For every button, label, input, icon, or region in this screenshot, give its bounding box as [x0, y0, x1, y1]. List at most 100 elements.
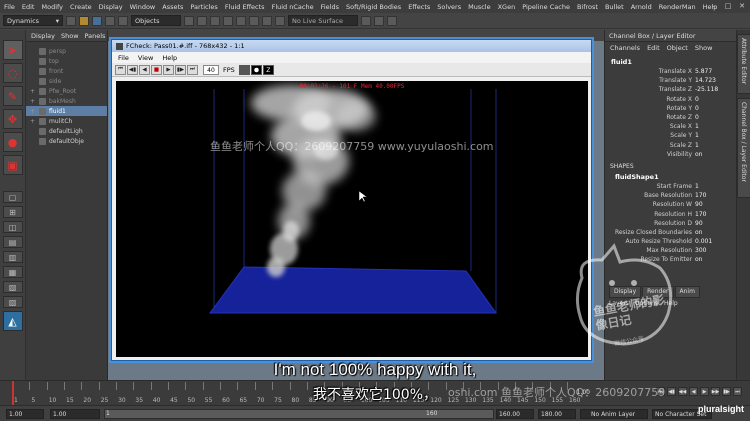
step-back-icon[interactable]: ◀▮ — [127, 64, 138, 75]
cb-shape-attr-row[interactable]: Resolution W 90 — [605, 200, 736, 209]
outliner-item[interactable]: persp — [26, 46, 107, 56]
fcheck-image-canvas[interactable]: 00:02:26 - 101 F Mem 40.00FPS — [116, 81, 588, 357]
open-scene-icon[interactable] — [79, 15, 89, 26]
cb-attr-value[interactable]: -25.118 — [695, 86, 736, 93]
close-icon[interactable]: ✕ — [738, 2, 746, 10]
fcheck-menu-file[interactable]: File — [118, 54, 129, 62]
cb-shape-attr-value[interactable]: 90 — [695, 201, 736, 208]
go-to-end-icon[interactable]: ⏭ — [187, 64, 198, 75]
render-settings-icon[interactable] — [387, 15, 397, 26]
cb-shape-attr-row[interactable]: Resize Closed Boundaries on — [605, 228, 736, 237]
snap-view-icon[interactable] — [262, 15, 272, 26]
menu-particles[interactable]: Particles — [190, 3, 217, 11]
menu-window[interactable]: Window — [130, 3, 156, 11]
tab-anim[interactable]: Anim — [674, 286, 700, 298]
outliner-item[interactable]: defaultObje — [26, 136, 107, 146]
outliner-item[interactable]: front — [26, 66, 107, 76]
cb-attr-value[interactable]: 5.877 — [695, 68, 736, 75]
cb-attr-row[interactable]: Translate Y 14.723 — [605, 76, 736, 85]
menu-xgen[interactable]: XGen — [498, 3, 516, 11]
menu-pipeline-cache[interactable]: Pipeline Cache — [522, 3, 570, 11]
cb-shape-attr-value[interactable]: on — [695, 229, 736, 236]
cb-menu-channels[interactable]: Channels — [610, 44, 640, 52]
outliner-item[interactable]: top — [26, 56, 107, 66]
alpha-channel-icon[interactable] — [250, 64, 262, 75]
cb-attr-value[interactable]: 14.723 — [695, 77, 736, 84]
cb-attr-row[interactable]: Rotate Z0 — [605, 113, 736, 122]
ipr-render-icon[interactable] — [374, 15, 384, 26]
menu-file[interactable]: File — [4, 3, 15, 11]
cb-attr-value[interactable]: 1 — [695, 142, 736, 149]
cb-menu-edit[interactable]: Edit — [647, 44, 660, 52]
cb-shape-attr-value[interactable]: 300 — [695, 247, 736, 254]
cb-menu-show[interactable]: Show — [695, 44, 713, 52]
select-tool-icon[interactable]: ➤ — [2, 40, 23, 60]
select-object-icon[interactable] — [197, 15, 207, 26]
cb-shape-attr-value[interactable]: on — [695, 256, 736, 263]
fps-input[interactable]: 40 — [203, 64, 219, 75]
cb-attr-row[interactable]: Translate X 5.877 — [605, 67, 736, 76]
rotate-tool-icon[interactable]: ● — [2, 132, 23, 152]
outliner-menu-show[interactable]: Show — [61, 32, 79, 40]
layout-two-icon[interactable]: ◫ — [2, 221, 23, 233]
cb-attr-value[interactable]: 1 — [695, 132, 736, 139]
menu-effects[interactable]: Effects — [408, 3, 430, 11]
layout-hypershade-icon[interactable]: ▧ — [2, 281, 23, 293]
play-forward-icon[interactable]: ▶ — [163, 64, 174, 75]
rgb-channel-icon[interactable] — [238, 64, 250, 75]
menu-modify[interactable]: Modify — [41, 3, 63, 11]
cb-shape-attr-row[interactable]: Start Frame 1 — [605, 182, 736, 191]
layout-graph-icon[interactable]: ▥ — [2, 251, 23, 263]
cb-shape-node-name[interactable]: fluidShape1 — [605, 172, 736, 182]
cb-attr-value[interactable]: 0 — [695, 114, 736, 121]
anim-layer-field[interactable]: No Anim Layer — [580, 409, 648, 419]
go-to-start-icon[interactable]: ⏮ — [115, 64, 126, 75]
cb-attr-row[interactable]: Rotate Y0 — [605, 104, 736, 113]
select-component-icon[interactable] — [210, 15, 220, 26]
menu-solvers[interactable]: Solvers — [437, 3, 461, 11]
menuset-dropdown[interactable]: Dynamics ▾ — [3, 15, 63, 26]
fcheck-menu-view[interactable]: View — [138, 54, 153, 62]
outliner-item[interactable]: defaultLigh — [26, 126, 107, 136]
expand-icon[interactable]: + — [30, 88, 36, 95]
fcheck-menu-help[interactable]: Help — [162, 54, 177, 62]
cb-shape-attr-row[interactable]: Base Resolution 170 — [605, 191, 736, 200]
cb-shape-attr-value[interactable]: 0.001 — [695, 238, 736, 245]
cb-attr-value[interactable]: on — [695, 151, 736, 158]
outliner-menu-display[interactable]: Display — [31, 32, 55, 40]
playback-end-field[interactable]: 160.00 — [496, 409, 534, 419]
cb-attr-value[interactable]: 0 — [695, 105, 736, 112]
layout-persp-icon[interactable]: ▦ — [2, 266, 23, 278]
lasso-tool-icon[interactable]: ◌ — [2, 63, 23, 83]
save-scene-icon[interactable] — [92, 15, 102, 26]
menu-assets[interactable]: Assets — [162, 3, 183, 11]
menu-edit[interactable]: Edit — [22, 3, 35, 11]
menu-bifrost[interactable]: Bifrost — [577, 3, 598, 11]
new-scene-icon[interactable] — [66, 15, 76, 26]
cb-attr-row[interactable]: Visibility on — [605, 150, 736, 159]
maximize-icon[interactable]: □ — [724, 2, 732, 10]
layout-outliner-icon[interactable]: ▤ — [2, 236, 23, 248]
paint-select-tool-icon[interactable]: ✎ — [2, 86, 23, 106]
snap-point-icon[interactable] — [249, 15, 259, 26]
layout-render-icon[interactable]: ▨ — [2, 296, 23, 308]
menu-fluid-ncache[interactable]: Fluid nCache — [272, 3, 314, 11]
cb-shape-attr-row[interactable]: Resolution H 170 — [605, 209, 736, 218]
outliner-item[interactable]: + mulitCh — [26, 116, 107, 126]
menu-renderman[interactable]: RenderMan — [659, 3, 696, 11]
menu-bullet[interactable]: Bullet — [605, 3, 624, 11]
menu-fields[interactable]: Fields — [321, 3, 339, 11]
fcheck-titlebar[interactable]: FCheck: Pass01.#.iff - 768x432 - 1:1 — [112, 40, 591, 52]
fcheck-window[interactable]: FCheck: Pass01.#.iff - 768x432 - 1:1 Fil… — [111, 39, 592, 361]
cb-shape-attr-value[interactable]: 1 — [695, 183, 736, 190]
cb-attr-row[interactable]: Scale Z1 — [605, 141, 736, 150]
snap-surface-icon[interactable] — [275, 15, 285, 26]
expand-icon[interactable]: + — [30, 118, 36, 125]
outliner-item[interactable]: + bakMesh — [26, 96, 107, 106]
cb-menu-object[interactable]: Object — [667, 44, 688, 52]
tab-channel-box[interactable]: Channel Box / Layer Editor — [737, 98, 750, 198]
menu-create[interactable]: Create — [70, 3, 92, 11]
redo-icon[interactable] — [118, 15, 128, 26]
menu-soft-rigid-bodies[interactable]: Soft/Rigid Bodies — [346, 3, 401, 11]
outliner-menu-panels[interactable]: Panels — [85, 32, 106, 40]
